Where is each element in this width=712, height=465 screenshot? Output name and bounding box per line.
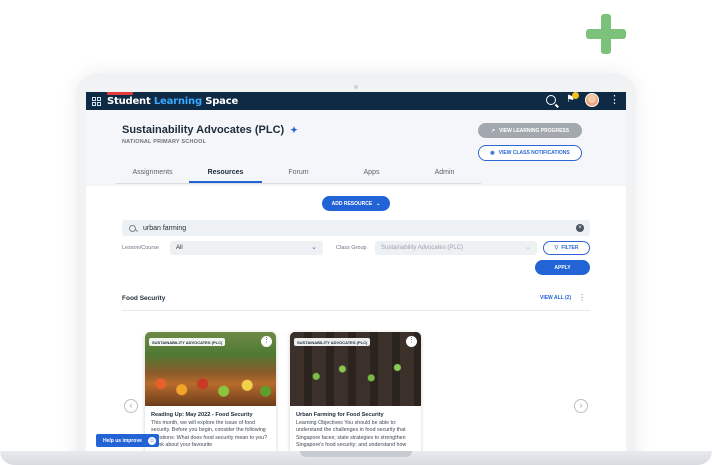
camera-dot <box>354 85 358 89</box>
chevron-left-icon: ‹ <box>129 401 133 410</box>
top-bar: Student Learning Space ⚑ ⋮ <box>86 92 626 110</box>
lesson-course-label: Lesson/Course <box>122 245 159 251</box>
card-tag: SUSTAINABILITY ADVOCATES (PLC) <box>149 338 226 346</box>
more-vertical-icon[interactable]: ⋮ <box>609 95 620 106</box>
more-vertical-icon[interactable]: ⋮ <box>406 336 417 347</box>
search-icon[interactable] <box>546 95 557 105</box>
card-tag: SUSTAINABILITY ADVOCATES (PLC) <box>294 338 371 346</box>
chevron-down-icon: ⌄ <box>525 244 531 251</box>
apply-button[interactable]: APPLY <box>535 260 590 275</box>
class-tabs: Assignments Resources Forum Apps Admin <box>116 164 481 184</box>
brand-primary: Student <box>107 95 151 107</box>
resource-card[interactable]: SUSTAINABILITY ADVOCATES (PLC) ⋮ Urban F… <box>290 332 421 451</box>
view-learning-progress-label: VIEW LEARNING PROGRESS <box>499 127 570 134</box>
search-icon <box>129 224 136 232</box>
card-image: SUSTAINABILITY ADVOCATES (PLC) ⋮ <box>290 332 421 406</box>
section-divider <box>122 310 590 311</box>
page-title: Sustainability Advocates (PLC) <box>122 124 285 136</box>
card-title: Reading Up: May 2022 - Food Security <box>151 412 253 418</box>
card-image: SUSTAINABILITY ADVOCATES (PLC) ⋮ <box>145 332 276 406</box>
chevron-right-icon: › <box>579 401 583 410</box>
section-title: Food Security <box>122 295 166 302</box>
filter-label: FILTER <box>561 245 579 251</box>
card-title: Urban Farming for Food Security <box>296 412 384 418</box>
tab-apps[interactable]: Apps <box>335 164 408 183</box>
class-group-value: Sustainability Advocates (PLC) <box>381 245 464 251</box>
brand-tag <box>107 92 133 95</box>
more-vertical-icon[interactable]: ⋮ <box>578 293 586 302</box>
view-class-notifications-button[interactable]: ◉ VIEW CLASS NOTIFICATIONS <box>478 145 582 161</box>
class-group-select[interactable]: Sustainability Advocates (PLC) ⌄ <box>375 241 537 255</box>
tab-admin[interactable]: Admin <box>408 164 481 183</box>
lesson-course-select[interactable]: All ⌄ <box>170 241 323 255</box>
search-input[interactable]: urban farming × <box>122 220 590 236</box>
more-vertical-icon[interactable]: ⋮ <box>261 336 272 347</box>
card-description: This month, we will explore the issue of… <box>151 420 268 449</box>
brand-suffix: Space <box>205 95 239 107</box>
app-screen: Student Learning Space ⚑ ⋮ Sustainabilit… <box>86 92 626 451</box>
help-icon: ☺ <box>147 436 156 445</box>
laptop-base-notch <box>300 451 412 457</box>
carousel-prev-button[interactable]: ‹ <box>124 399 138 413</box>
view-all-link[interactable]: VIEW ALL (2) <box>540 295 571 301</box>
search-value: urban farming <box>143 224 187 232</box>
avatar[interactable] <box>585 93 599 107</box>
card-description: Learning Objectives You should be able t… <box>296 420 407 449</box>
lesson-course-value: All <box>176 245 183 251</box>
clear-search-icon[interactable]: × <box>576 224 584 232</box>
tab-resources[interactable]: Resources <box>189 164 262 183</box>
add-resource-label: ADD RESOURCE <box>331 200 373 207</box>
notification-bell-icon[interactable]: ⚑ <box>566 92 579 105</box>
filter-funnel-icon: ▽ <box>554 245 559 251</box>
class-group-label: Class Group <box>336 245 367 251</box>
tab-forum[interactable]: Forum <box>262 164 335 183</box>
chevron-down-icon: ⌄ <box>311 244 317 251</box>
help-us-improve-button[interactable]: Help us improve ☺ <box>96 434 159 447</box>
eye-icon: ◉ <box>490 150 495 156</box>
decorative-plus-icon <box>586 14 626 54</box>
class-header: Sustainability Advocates (PLC) ✦ NATIONA… <box>86 110 626 186</box>
view-class-notifications-label: VIEW CLASS NOTIFICATIONS <box>498 150 570 156</box>
top-bar-actions: ⚑ ⋮ <box>546 92 620 107</box>
tab-assignments[interactable]: Assignments <box>116 164 189 183</box>
chart-line-icon: ↗ <box>490 127 496 134</box>
help-label: Help us improve <box>103 437 142 444</box>
brand-logo[interactable]: Student Learning Space <box>107 92 239 107</box>
school-name: NATIONAL PRIMARY SCHOOL <box>122 139 207 145</box>
chevron-down-icon: ⌄ <box>376 200 381 207</box>
brand-accent: Learning <box>153 95 202 107</box>
add-resource-button[interactable]: ADD RESOURCE ⌄ <box>322 196 390 211</box>
filter-button[interactable]: ▽ FILTER <box>543 241 590 255</box>
pin-icon[interactable]: ✦ <box>290 125 298 136</box>
apps-grid-icon[interactable] <box>92 96 101 106</box>
view-learning-progress-button[interactable]: ↗ VIEW LEARNING PROGRESS <box>478 123 582 138</box>
carousel-next-button[interactable]: › <box>574 399 588 413</box>
resource-card[interactable]: SUSTAINABILITY ADVOCATES (PLC) ⋮ Reading… <box>145 332 276 451</box>
notification-badge <box>572 92 579 99</box>
class-title-row: Sustainability Advocates (PLC) ✦ <box>122 124 298 136</box>
